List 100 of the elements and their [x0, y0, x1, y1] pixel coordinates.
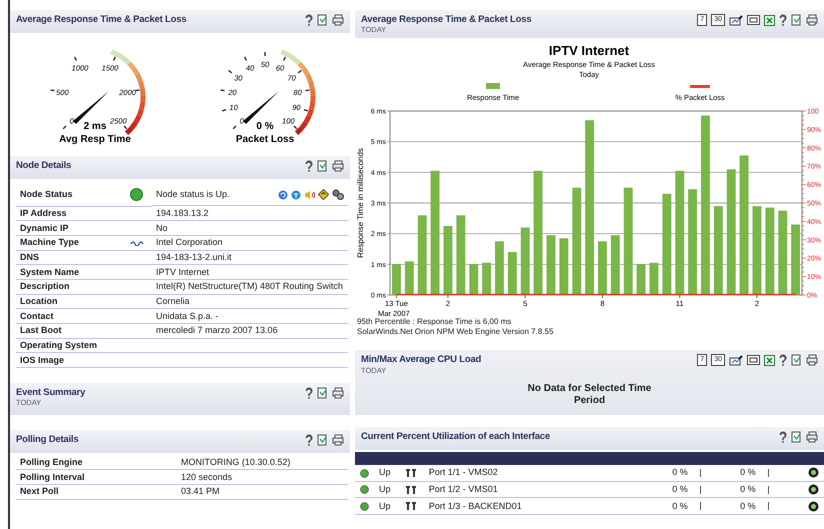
- gauge-needle: [73, 91, 109, 124]
- interface-name[interactable]: Port 1/1 - VMS02: [428, 467, 498, 478]
- help-icon[interactable]: [305, 387, 313, 400]
- utilization-value: 0 %: [672, 484, 688, 494]
- panel-title: Node Details: [16, 160, 72, 172]
- field-label: Location: [16, 294, 126, 309]
- field-value: 03.41 PM: [181, 486, 220, 496]
- field-value: IPTV Internet: [156, 266, 210, 277]
- gauge-reading: 0 %: [256, 121, 274, 132]
- printer-icon[interactable]: [332, 434, 344, 446]
- panel-title: Average Response Time & Packet Loss: [361, 14, 532, 26]
- legend-swatch: [690, 85, 710, 88]
- utilization-value: 0 %: [672, 467, 688, 478]
- field-value: No: [156, 222, 168, 233]
- export-icon[interactable]: [791, 430, 802, 443]
- field-value: mercoledi 7 marzo 2007 13.06: [156, 325, 278, 336]
- status-text: Up: [379, 500, 391, 511]
- help-icon[interactable]: [305, 14, 313, 26]
- diamond-icon[interactable]: [318, 189, 329, 200]
- window-icon[interactable]: [747, 355, 760, 366]
- network-port-icon: [404, 468, 417, 478]
- status-dot: [360, 468, 369, 478]
- printer-icon[interactable]: [332, 160, 344, 172]
- axis-title: Response Time in milliseconds: [356, 148, 365, 258]
- printer-icon[interactable]: [806, 14, 818, 26]
- panel-title: Min/Max Average CPU Load: [361, 354, 482, 366]
- spreadsheet-icon[interactable]: [764, 14, 775, 26]
- field-label: Operating System: [16, 338, 126, 353]
- help-icon[interactable]: [779, 430, 787, 443]
- utilization-value: 0 %: [740, 467, 756, 478]
- field-value: Intel(R) NetStructure(TM) 480T Routing Switch: [156, 281, 343, 292]
- field-label: Dynamic IP: [16, 220, 126, 236]
- export-icon[interactable]: [317, 387, 328, 400]
- status-text: Up: [379, 467, 391, 478]
- panel-title: Event Summary: [16, 387, 86, 398]
- gears-icon[interactable]: [332, 189, 344, 200]
- no-data-message: No Data for Selected Time Period: [526, 382, 652, 407]
- chart-title: IPTV Internet: [548, 43, 630, 58]
- utilization-value: 0 %: [740, 484, 756, 494]
- export-icon[interactable]: [317, 160, 328, 172]
- bar: [636, 264, 646, 296]
- bar: [598, 242, 607, 296]
- gauge-label: Avg Resp Time: [59, 134, 131, 145]
- chart-edit-icon[interactable]: [729, 354, 743, 366]
- printer-icon[interactable]: [806, 354, 818, 366]
- bar: [495, 242, 504, 296]
- help-icon[interactable]: [779, 354, 787, 366]
- chart-edit-icon[interactable]: [729, 14, 743, 26]
- network-port-icon: [404, 484, 417, 495]
- field-label: Polling Engine: [16, 455, 181, 470]
- utilization-value: 0 %: [740, 500, 756, 511]
- field-label: Machine Type: [16, 235, 126, 250]
- help-icon[interactable]: [305, 434, 313, 446]
- field-label: DNS: [16, 250, 126, 265]
- web-icon[interactable]: [291, 190, 301, 200]
- refresh-icon[interactable]: [278, 190, 288, 200]
- vendor-logo-icon: [130, 240, 144, 246]
- status-circle-icon[interactable]: [808, 467, 819, 478]
- export-icon[interactable]: [791, 354, 802, 366]
- spreadsheet-icon[interactable]: [764, 354, 775, 366]
- export-icon[interactable]: [317, 434, 328, 446]
- bar: [546, 236, 556, 296]
- export-icon[interactable]: [317, 14, 328, 26]
- field-label: System Name: [16, 264, 126, 280]
- field-label: IP Address: [16, 206, 126, 221]
- status-dot: [130, 188, 143, 202]
- interface-name[interactable]: Port 1/3 - BACKEND01: [428, 500, 522, 511]
- utilization-value: 0 %: [672, 500, 688, 511]
- status-text: Up: [379, 484, 391, 494]
- bar: [392, 264, 401, 296]
- field-value: MONITORING (10.30.0.52): [181, 456, 290, 467]
- panel-title: Average Response Time & Packet Loss: [16, 14, 186, 26]
- help-icon[interactable]: [779, 14, 787, 26]
- field-value: Intel Corporation: [156, 237, 223, 248]
- printer-icon[interactable]: [332, 387, 344, 400]
- field-value: 194-183-13-2.uni.it: [156, 252, 232, 262]
- field-label: Next Poll: [16, 484, 181, 500]
- status-circle-icon[interactable]: [808, 500, 819, 512]
- field-label: Last Boot: [16, 324, 126, 338]
- printer-icon[interactable]: [332, 14, 344, 26]
- status-circle-icon[interactable]: [808, 484, 819, 496]
- chart-note: SolarWinds.Net Orion NPM Web Engine Version 7.8.55: [356, 326, 554, 337]
- printer-icon[interactable]: [806, 430, 818, 443]
- panel-title: Current Percent Utilization of each Interface: [361, 430, 550, 442]
- legend-swatch: [486, 83, 500, 90]
- field-label: Node Status: [16, 184, 126, 206]
- speaker-icon[interactable]: [304, 190, 315, 200]
- bar: [444, 226, 452, 296]
- field-value: 194.183.13.2: [156, 208, 209, 218]
- interface-name[interactable]: Port 1/2 - VMS01: [428, 484, 498, 494]
- help-icon[interactable]: [305, 160, 313, 172]
- export-icon[interactable]: [791, 14, 802, 26]
- window-icon[interactable]: [747, 15, 760, 25]
- field-label: Description: [16, 279, 126, 294]
- field-label: IOS Image: [16, 352, 126, 368]
- field-value: Unidata S.p.a. -: [156, 310, 219, 321]
- bar: [482, 263, 491, 296]
- status-dot: [360, 502, 369, 511]
- field-label: Polling Interval: [16, 470, 181, 484]
- bar: [791, 224, 800, 296]
